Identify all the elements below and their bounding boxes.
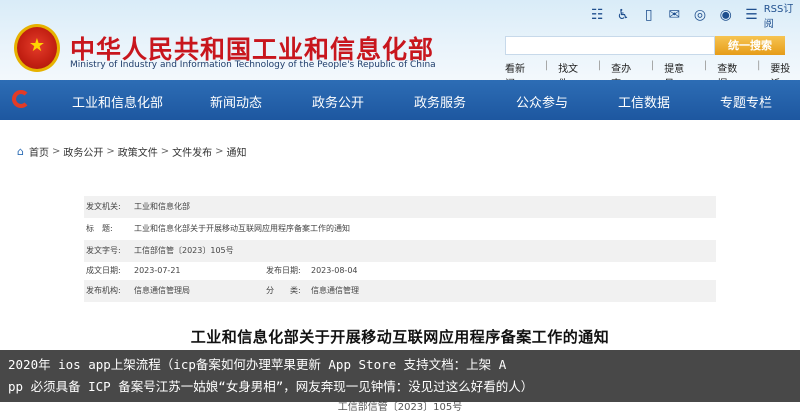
- breadcrumb-notice[interactable]: 通知: [227, 144, 247, 159]
- nav-item-topics[interactable]: 专题专栏: [720, 92, 772, 111]
- meta-date: 2023-07-21: [134, 266, 181, 275]
- meta-category: 信息通信管理: [311, 286, 359, 295]
- meta-number: 工信部信管〔2023〕105号: [134, 246, 234, 255]
- plus-wenhua-icon[interactable]: ☷: [590, 7, 605, 23]
- meta-org: 信息通信管理局: [134, 286, 190, 295]
- breadcrumb-separator: >: [215, 146, 224, 157]
- search-input[interactable]: [505, 36, 715, 55]
- site-subtitle: Ministry of Industry and Information Tec…: [70, 60, 436, 70]
- meta-row-issuer: 发文机关: 工业和信息化部: [84, 196, 716, 218]
- rss-label[interactable]: RSS订阅: [764, 0, 800, 30]
- meta-pub-date: 2023-08-04: [311, 266, 358, 275]
- mobile-icon[interactable]: ▯: [641, 7, 656, 23]
- breadcrumb-separator: >: [106, 146, 115, 157]
- meta-row-number: 发文字号: 工信部信管〔2023〕105号: [84, 240, 716, 262]
- breadcrumb: ⌂ 首页 > 政务公开 > 政策文件 > 文件发布 > 通知: [17, 144, 247, 159]
- main-nav: 工业和信息化部 新闻动态 政务公开 政务服务 公众参与 工信数据 专题专栏: [0, 80, 800, 120]
- top-icon-bar: ☷ ♿ ▯ ✉ ◎ ◉ ☰ RSS订阅: [590, 4, 800, 30]
- meta-row-dates: 成文日期: 2023-07-21 发布日期: 2023-08-04: [84, 260, 716, 282]
- caption-line: pp 必须具备 ICP 备案号江苏一姑娘“女身男相”，网友奔现一见钟情：没见过这…: [8, 379, 534, 394]
- nav-item-ministry[interactable]: 工业和信息化部: [72, 92, 163, 111]
- breadcrumb-separator: >: [160, 146, 170, 157]
- search-button[interactable]: 统一搜索: [715, 36, 785, 55]
- nav-item-news[interactable]: 新闻动态: [210, 92, 262, 111]
- meta-label: 分 类:: [266, 286, 301, 295]
- document-title: 工业和信息化部关于开展移动互联网应用程序备案工作的通知: [190, 328, 610, 346]
- meta-label: 成文日期:: [86, 266, 121, 275]
- nav-item-participation[interactable]: 公众参与: [516, 92, 568, 111]
- nav-item-gov-affairs[interactable]: 政务公开: [312, 92, 364, 111]
- meta-label: 发文机关:: [86, 202, 121, 211]
- breadcrumb-home[interactable]: 首页: [29, 144, 49, 159]
- meta-label: 发文字号:: [86, 246, 121, 255]
- meta-issuer: 工业和信息化部: [134, 202, 190, 211]
- meta-row-org: 发布机构: 信息通信管理局 分 类: 信息通信管理: [84, 280, 716, 302]
- breadcrumb-gov-affairs[interactable]: 政务公开: [63, 144, 103, 159]
- national-emblem-icon: [14, 24, 60, 72]
- site-header: 中华人民共和国工业和信息化部 Ministry of Industry and …: [0, 0, 800, 90]
- meta-row-title: 标 题: 工业和信息化部关于开展移动互联网应用程序备案工作的通知: [84, 218, 716, 240]
- wechat-icon[interactable]: ◎: [693, 7, 708, 23]
- breadcrumb-publish[interactable]: 文件发布: [172, 144, 212, 159]
- meta-title: 工业和信息化部关于开展移动互联网应用程序备案工作的通知: [134, 224, 350, 233]
- breadcrumb-policy[interactable]: 政策文件: [118, 144, 158, 159]
- meta-label: 发布日期:: [266, 266, 301, 275]
- home-icon[interactable]: ⌂: [17, 145, 24, 158]
- breadcrumb-separator: >: [51, 146, 61, 157]
- nav-item-services[interactable]: 政务服务: [414, 92, 466, 111]
- rss-icon[interactable]: ☰: [744, 7, 759, 23]
- meta-label: 发布机构:: [86, 286, 121, 295]
- meta-label: 标 题:: [86, 224, 113, 233]
- caption-line: 2020年 ios app上架流程（icp备案如何办理苹果更新 App Stor…: [8, 357, 507, 372]
- accessibility-icon[interactable]: ♿: [616, 7, 631, 23]
- mail-icon[interactable]: ✉: [667, 7, 682, 23]
- nav-item-data[interactable]: 工信数据: [618, 92, 670, 111]
- weibo-icon[interactable]: ◉: [718, 7, 733, 23]
- caption-overlay: 2020年 ios app上架流程（icp备案如何办理苹果更新 App Stor…: [0, 350, 800, 402]
